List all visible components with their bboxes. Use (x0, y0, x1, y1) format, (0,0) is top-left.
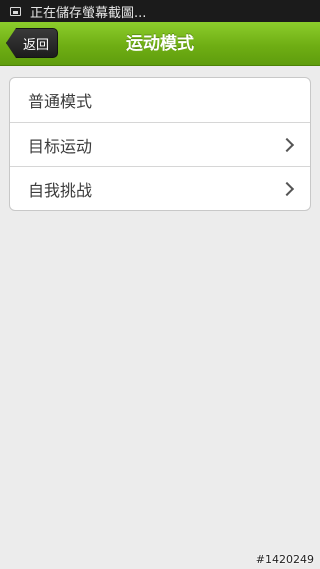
status-text: 正在儲存螢幕截圖... (30, 5, 147, 21)
status-bar: 正在儲存螢幕截圖... (0, 0, 320, 22)
menu-item-label: 目标运动 (28, 136, 93, 156)
menu-item-target-exercise[interactable]: 目标运动 (10, 122, 310, 166)
screenshot-icon (10, 6, 21, 16)
menu-list: 普通模式 目标运动 自我挑战 (9, 77, 311, 211)
chevron-right-icon (279, 137, 295, 152)
back-button[interactable]: 返回 (6, 28, 58, 58)
menu-item-normal-mode[interactable]: 普通模式 (10, 78, 310, 122)
menu-item-label: 自我挑战 (28, 180, 93, 200)
watermark: #1420249 (255, 553, 314, 566)
menu-item-label: 普通模式 (28, 92, 93, 111)
chevron-right-icon (279, 181, 295, 196)
menu-item-self-challenge[interactable]: 自我挑战 (10, 166, 310, 210)
title-bar: 返回 运动模式 (0, 22, 320, 66)
